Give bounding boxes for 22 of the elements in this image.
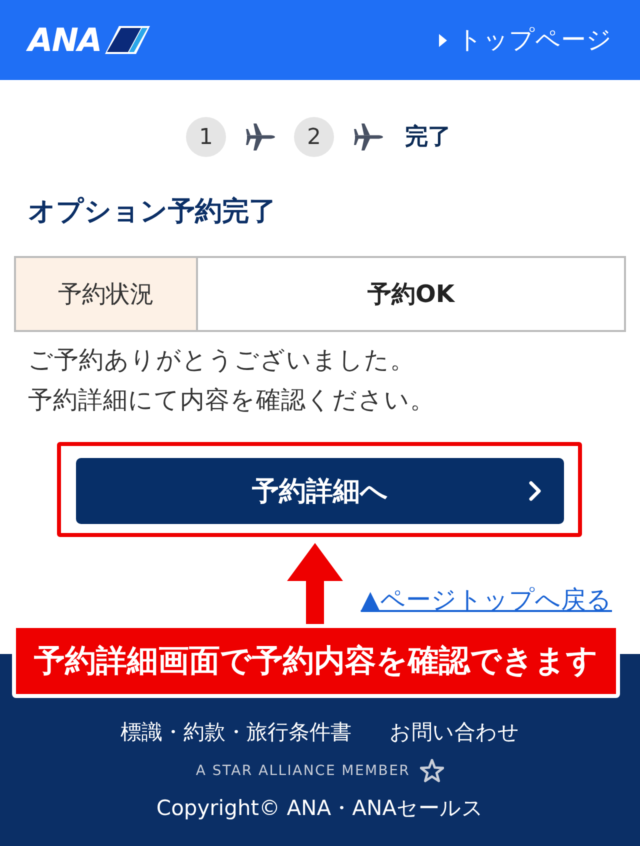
footer-link[interactable]: 標識・約款・旅行条件書 bbox=[120, 717, 352, 747]
caret-icon bbox=[439, 34, 447, 46]
alliance-text: A STAR ALLIANCE MEMBER bbox=[196, 762, 410, 781]
page-heading: オプション予約完了 bbox=[28, 196, 277, 228]
annotation-callout: 予約詳細画面で予約内容を確認できます bbox=[12, 624, 620, 698]
top-page-link[interactable]: トップページ bbox=[439, 24, 612, 56]
step-number: 2 bbox=[294, 117, 334, 157]
airplane-icon bbox=[244, 121, 276, 153]
chevron-right-icon bbox=[528, 481, 542, 501]
step-number: 1 bbox=[186, 117, 226, 157]
copyright-text: Copyright© ANA・ANAセールス bbox=[156, 795, 484, 822]
star-icon bbox=[420, 759, 444, 783]
current-step: 完了 bbox=[402, 117, 454, 157]
page-top-link[interactable]: ▲ページトップへ戻る bbox=[360, 585, 612, 615]
message-text: ご予約ありがとうございました。 予約詳細にて内容を確認ください。 bbox=[28, 344, 436, 416]
footer-link[interactable]: お問い合わせ bbox=[390, 717, 520, 747]
table-header-cell: 予約状況 bbox=[16, 258, 198, 330]
table-cell-text: 予約OK bbox=[366, 279, 456, 310]
logo-stripes-icon bbox=[103, 25, 152, 55]
logo-text: ANA bbox=[28, 24, 102, 56]
airplane-icon bbox=[352, 121, 384, 153]
reservation-details-button[interactable]: 予約詳細へ bbox=[76, 458, 564, 524]
